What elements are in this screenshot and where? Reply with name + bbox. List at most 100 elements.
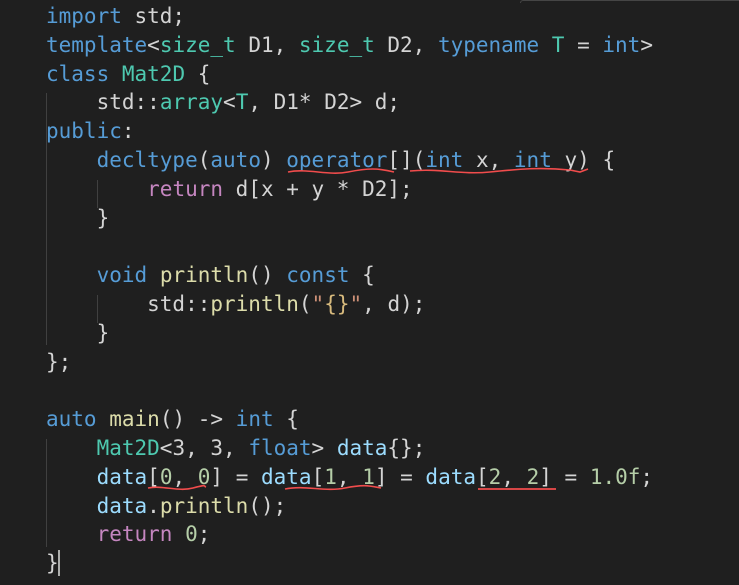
code-line[interactable]: return d[x + y * D2]; xyxy=(46,175,653,204)
code-token: , d); xyxy=(362,291,426,316)
code-token: () xyxy=(248,263,287,288)
code-line[interactable]: class Mat2D { xyxy=(46,60,653,89)
code-token: println xyxy=(159,263,249,288)
code-token: size_t xyxy=(159,32,236,57)
code-token: ( xyxy=(298,291,312,316)
code-token: ] = xyxy=(374,464,426,489)
code-token: 1 xyxy=(324,464,337,489)
code-line[interactable]: void println() const { xyxy=(46,261,653,290)
code-token: auto xyxy=(210,147,261,172)
code-token: y xyxy=(564,147,578,172)
code-token: D2, xyxy=(374,32,438,57)
code-token: , xyxy=(501,464,527,489)
code-token: auto xyxy=(46,407,97,432)
code-editor[interactable]: import std; template<size_t D1, size_t D2… xyxy=(0,0,739,585)
code-token: 0 xyxy=(185,522,198,547)
code-token: int xyxy=(235,407,274,432)
code-token: : xyxy=(121,119,135,144)
code-token: ) { xyxy=(577,147,616,172)
code-line[interactable] xyxy=(46,232,653,261)
code-token: data xyxy=(261,464,312,489)
code-token: [ xyxy=(147,464,160,489)
code-token: T xyxy=(551,32,565,57)
code-token: , xyxy=(336,464,363,489)
code-line[interactable]: data[0, 0] = data[1, 1] = data[2, 2] = 1… xyxy=(46,463,654,492)
code-line[interactable]: }; xyxy=(46,348,653,377)
code-token: {}; xyxy=(387,435,426,460)
code-token: int xyxy=(513,147,552,172)
code-line[interactable] xyxy=(46,376,653,405)
code-line[interactable]: } xyxy=(46,549,653,578)
code-line[interactable]: decltype(auto) operator[](int x, int y) … xyxy=(46,146,653,175)
code-token: ; xyxy=(640,464,654,489)
code-token: std xyxy=(46,90,135,115)
code-token: , xyxy=(488,147,514,172)
code-token: data xyxy=(336,435,388,460)
code-line[interactable]: public: xyxy=(46,117,653,146)
code-token: < xyxy=(147,32,160,57)
code-line[interactable]: Mat2D<3, 3, float> data{}; xyxy=(46,434,653,463)
code-text[interactable]: import std; template<size_t D1, size_t D2… xyxy=(46,2,653,578)
code-token: { xyxy=(185,61,211,86)
code-token: int xyxy=(602,32,641,57)
code-token: println xyxy=(210,291,299,316)
code-token: } xyxy=(46,551,59,576)
code-token: 1.0f xyxy=(589,464,641,489)
code-token: import xyxy=(46,4,122,28)
code-token: " xyxy=(311,291,325,316)
code-token: ] = xyxy=(210,464,261,489)
code-token: main xyxy=(109,407,160,432)
code-token: 0 xyxy=(159,464,173,489)
code-token: void xyxy=(96,263,148,288)
code-token: . xyxy=(147,493,160,518)
code-token: <3, 3, xyxy=(159,435,249,460)
code-token: ] = xyxy=(539,464,590,489)
code-line[interactable]: auto main() -> int { xyxy=(46,405,653,434)
code-line[interactable]: return 0; xyxy=(46,520,653,549)
code-line[interactable]: std::println("{}", d); xyxy=(46,290,653,319)
code-token: Mat2D xyxy=(121,61,186,86)
code-token: 1 xyxy=(362,464,375,489)
code-token: return xyxy=(147,176,224,201)
code-line[interactable]: import std; xyxy=(46,2,653,31)
code-token: } xyxy=(46,205,110,230)
code-token: []( xyxy=(387,147,426,172)
code-line[interactable]: } xyxy=(46,204,653,233)
code-token: }; xyxy=(46,349,72,374)
code-line[interactable]: template<size_t D1, size_t D2, typename … xyxy=(46,31,653,60)
code-token: ( xyxy=(197,147,211,172)
code-token: {} xyxy=(324,291,350,316)
code-token: data xyxy=(425,464,476,489)
code-token: array xyxy=(159,90,224,115)
code-token: std:: xyxy=(46,291,211,316)
code-line[interactable]: data.println(); xyxy=(46,492,653,521)
code-token: [ xyxy=(476,464,489,489)
code-token: class xyxy=(46,61,110,86)
code-token: public xyxy=(46,119,122,144)
code-token: < xyxy=(223,90,236,115)
code-token: :: xyxy=(134,90,160,115)
code-token: template xyxy=(46,32,148,57)
code-token: float xyxy=(248,435,312,460)
code-token: Mat2D xyxy=(96,435,160,460)
code-token: int xyxy=(425,147,464,172)
code-token: () -> xyxy=(159,407,236,432)
code-token: > xyxy=(311,435,337,460)
code-token: return xyxy=(96,522,173,547)
code-token: T xyxy=(235,90,249,115)
code-token: " xyxy=(349,291,363,316)
code-token: x xyxy=(475,147,489,172)
code-line[interactable]: } xyxy=(46,319,653,348)
code-line[interactable]: std::array<T, D1* D2> d; xyxy=(46,88,653,117)
code-token: [ xyxy=(311,464,325,489)
code-token: size_t xyxy=(298,32,375,57)
code-token: typename xyxy=(437,32,540,57)
